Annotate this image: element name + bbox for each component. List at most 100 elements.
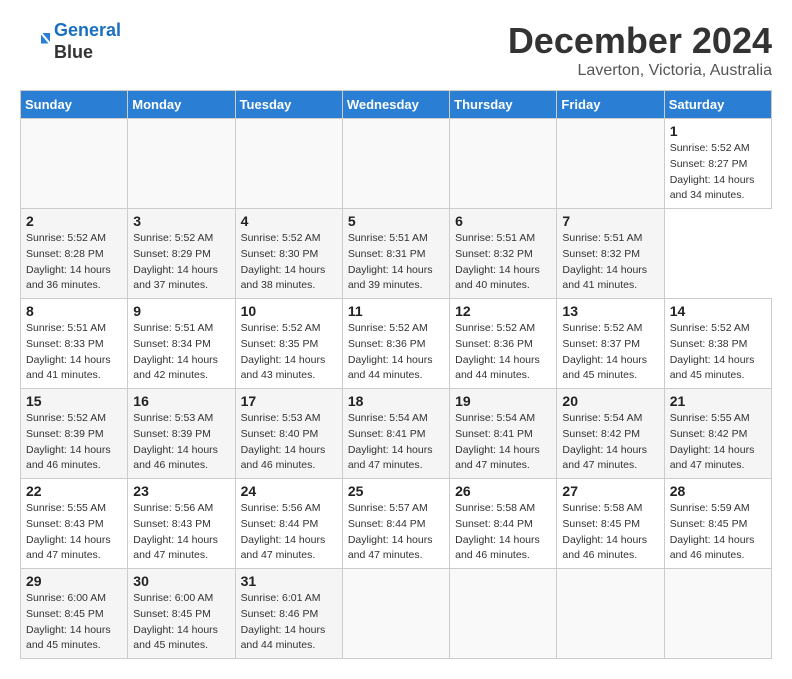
day-info: Sunrise: 5:52 AMSunset: 8:37 PMDaylight:… xyxy=(562,321,658,384)
calendar-cell: 12Sunrise: 5:52 AMSunset: 8:36 PMDayligh… xyxy=(450,299,557,389)
day-info: Sunrise: 5:51 AMSunset: 8:34 PMDaylight:… xyxy=(133,321,229,384)
day-number: 21 xyxy=(670,393,766,409)
calendar-cell: 27Sunrise: 5:58 AMSunset: 8:45 PMDayligh… xyxy=(557,479,664,569)
day-info: Sunrise: 5:52 AMSunset: 8:27 PMDaylight:… xyxy=(670,141,766,204)
calendar-cell: 7 Sunrise: 5:51 AMSunset: 8:32 PMDaylight… xyxy=(557,209,664,299)
day-info: Sunrise: 5:52 AMSunset: 8:29 PMDaylight:… xyxy=(133,231,229,294)
calendar-cell: 19 Sunrise: 5:54 AMSunset: 8:41 PMDayligh… xyxy=(450,389,557,479)
calendar-cell: 13Sunrise: 5:52 AMSunset: 8:37 PMDayligh… xyxy=(557,299,664,389)
day-info: Sunrise: 5:51 AMSunset: 8:32 PMDaylight:… xyxy=(562,231,658,294)
calendar-cell xyxy=(21,119,128,209)
day-info: Sunrise: 6:00 AMSunset: 8:45 PMDaylight:… xyxy=(26,591,122,654)
calendar-cell: 20 Sunrise: 5:54 AMSunset: 8:42 PMDayligh… xyxy=(557,389,664,479)
day-number: 7 xyxy=(562,213,658,229)
day-info: Sunrise: 5:59 AMSunset: 8:45 PMDaylight:… xyxy=(670,501,766,564)
calendar-cell xyxy=(342,119,449,209)
day-number: 30 xyxy=(133,573,229,589)
day-info: Sunrise: 5:58 AMSunset: 8:45 PMDaylight:… xyxy=(562,501,658,564)
page-header: General Blue December 2024 Laverton, Vic… xyxy=(20,20,772,80)
day-number: 2 xyxy=(26,213,122,229)
day-number: 25 xyxy=(348,483,444,499)
calendar-week-3: 8 Sunrise: 5:51 AMSunset: 8:33 PMDaylight… xyxy=(21,299,772,389)
day-info: Sunrise: 5:52 AMSunset: 8:36 PMDaylight:… xyxy=(348,321,444,384)
day-info: Sunrise: 5:55 AMSunset: 8:43 PMDaylight:… xyxy=(26,501,122,564)
calendar-cell: 11Sunrise: 5:52 AMSunset: 8:36 PMDayligh… xyxy=(342,299,449,389)
day-info: Sunrise: 5:55 AMSunset: 8:42 PMDaylight:… xyxy=(670,411,766,474)
calendar-cell xyxy=(557,569,664,659)
day-info: Sunrise: 5:58 AMSunset: 8:44 PMDaylight:… xyxy=(455,501,551,564)
day-info: Sunrise: 5:51 AMSunset: 8:32 PMDaylight:… xyxy=(455,231,551,294)
column-header-tuesday: Tuesday xyxy=(235,91,342,119)
calendar-cell: 23 Sunrise: 5:56 AMSunset: 8:43 PMDayligh… xyxy=(128,479,235,569)
day-number: 23 xyxy=(133,483,229,499)
calendar-cell: 18 Sunrise: 5:54 AMSunset: 8:41 PMDayligh… xyxy=(342,389,449,479)
day-number: 8 xyxy=(26,303,122,319)
calendar-cell xyxy=(128,119,235,209)
calendar-cell: 4 Sunrise: 5:52 AMSunset: 8:30 PMDaylight… xyxy=(235,209,342,299)
day-number: 28 xyxy=(670,483,766,499)
calendar-cell xyxy=(450,119,557,209)
calendar-cell: 17 Sunrise: 5:53 AMSunset: 8:40 PMDayligh… xyxy=(235,389,342,479)
day-number: 5 xyxy=(348,213,444,229)
logo-text: General Blue xyxy=(54,20,121,63)
calendar-cell: 8 Sunrise: 5:51 AMSunset: 8:33 PMDaylight… xyxy=(21,299,128,389)
day-number: 17 xyxy=(241,393,337,409)
calendar-cell: 16Sunrise: 5:53 AMSunset: 8:39 PMDayligh… xyxy=(128,389,235,479)
day-number: 20 xyxy=(562,393,658,409)
day-info: Sunrise: 5:56 AMSunset: 8:44 PMDaylight:… xyxy=(241,501,337,564)
calendar-cell: 2Sunrise: 5:52 AMSunset: 8:28 PMDaylight… xyxy=(21,209,128,299)
calendar-cell xyxy=(342,569,449,659)
calendar-cell xyxy=(557,119,664,209)
column-header-monday: Monday xyxy=(128,91,235,119)
calendar-cell: 29 Sunrise: 6:00 AMSunset: 8:45 PMDayligh… xyxy=(21,569,128,659)
calendar-cell: 31 Sunrise: 6:01 AMSunset: 8:46 PMDayligh… xyxy=(235,569,342,659)
day-number: 29 xyxy=(26,573,122,589)
day-info: Sunrise: 5:51 AMSunset: 8:31 PMDaylight:… xyxy=(348,231,444,294)
calendar-header-row: SundayMondayTuesdayWednesdayThursdayFrid… xyxy=(21,91,772,119)
calendar-cell xyxy=(664,569,771,659)
day-info: Sunrise: 6:01 AMSunset: 8:46 PMDaylight:… xyxy=(241,591,337,654)
day-info: Sunrise: 6:00 AMSunset: 8:45 PMDaylight:… xyxy=(133,591,229,654)
day-number: 12 xyxy=(455,303,551,319)
calendar-week-6: 29 Sunrise: 6:00 AMSunset: 8:45 PMDayligh… xyxy=(21,569,772,659)
calendar-cell: 9 Sunrise: 5:51 AMSunset: 8:34 PMDaylight… xyxy=(128,299,235,389)
calendar-cell xyxy=(450,569,557,659)
logo: General Blue xyxy=(20,20,121,63)
day-number: 18 xyxy=(348,393,444,409)
day-number: 9 xyxy=(133,303,229,319)
day-number: 24 xyxy=(241,483,337,499)
calendar-cell: 15Sunrise: 5:52 AMSunset: 8:39 PMDayligh… xyxy=(21,389,128,479)
day-info: Sunrise: 5:56 AMSunset: 8:43 PMDaylight:… xyxy=(133,501,229,564)
column-header-thursday: Thursday xyxy=(450,91,557,119)
logo-icon xyxy=(20,27,50,57)
day-number: 22 xyxy=(26,483,122,499)
day-number: 26 xyxy=(455,483,551,499)
column-header-sunday: Sunday xyxy=(21,91,128,119)
column-header-saturday: Saturday xyxy=(664,91,771,119)
day-info: Sunrise: 5:52 AMSunset: 8:38 PMDaylight:… xyxy=(670,321,766,384)
day-info: Sunrise: 5:53 AMSunset: 8:40 PMDaylight:… xyxy=(241,411,337,474)
calendar-cell: 10Sunrise: 5:52 AMSunset: 8:35 PMDayligh… xyxy=(235,299,342,389)
day-info: Sunrise: 5:57 AMSunset: 8:44 PMDaylight:… xyxy=(348,501,444,564)
day-info: Sunrise: 5:54 AMSunset: 8:42 PMDaylight:… xyxy=(562,411,658,474)
location-title: Laverton, Victoria, Australia xyxy=(508,62,772,80)
column-header-wednesday: Wednesday xyxy=(342,91,449,119)
calendar-cell: 3 Sunrise: 5:52 AMSunset: 8:29 PMDaylight… xyxy=(128,209,235,299)
day-number: 19 xyxy=(455,393,551,409)
day-number: 31 xyxy=(241,573,337,589)
day-number: 15 xyxy=(26,393,122,409)
calendar-week-5: 22 Sunrise: 5:55 AMSunset: 8:43 PMDayligh… xyxy=(21,479,772,569)
day-number: 3 xyxy=(133,213,229,229)
day-number: 16 xyxy=(133,393,229,409)
calendar-cell: 5 Sunrise: 5:51 AMSunset: 8:31 PMDaylight… xyxy=(342,209,449,299)
day-number: 4 xyxy=(241,213,337,229)
day-number: 14 xyxy=(670,303,766,319)
day-info: Sunrise: 5:54 AMSunset: 8:41 PMDaylight:… xyxy=(455,411,551,474)
title-section: December 2024 Laverton, Victoria, Austra… xyxy=(508,20,772,80)
column-header-friday: Friday xyxy=(557,91,664,119)
day-info: Sunrise: 5:51 AMSunset: 8:33 PMDaylight:… xyxy=(26,321,122,384)
day-info: Sunrise: 5:54 AMSunset: 8:41 PMDaylight:… xyxy=(348,411,444,474)
day-info: Sunrise: 5:52 AMSunset: 8:30 PMDaylight:… xyxy=(241,231,337,294)
calendar-week-1: 1Sunrise: 5:52 AMSunset: 8:27 PMDaylight… xyxy=(21,119,772,209)
calendar-cell: 30 Sunrise: 6:00 AMSunset: 8:45 PMDayligh… xyxy=(128,569,235,659)
